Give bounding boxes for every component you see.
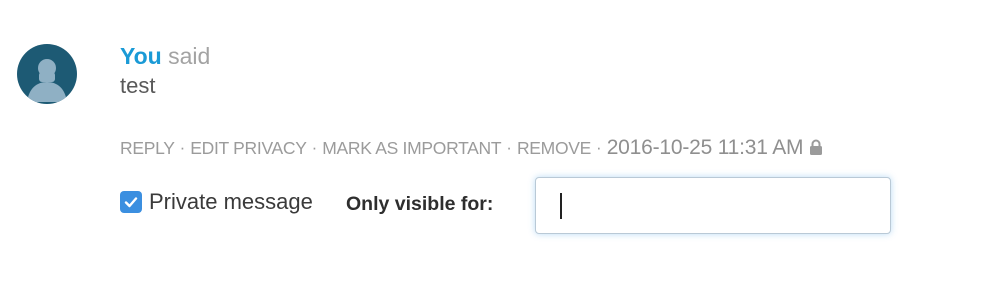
- remove-link[interactable]: REMOVE: [517, 138, 591, 159]
- comment-body: test: [120, 73, 156, 98]
- private-message-label[interactable]: Private message: [149, 189, 313, 215]
- author-name[interactable]: You: [120, 43, 162, 69]
- said-label: said: [168, 43, 211, 69]
- comment-timestamp: 2016-10-25 11:31 AM: [606, 136, 804, 159]
- comment-actions: REPLY · EDIT PRIVACY · MARK AS IMPORTANT…: [120, 134, 823, 162]
- action-separator: ·: [596, 138, 602, 157]
- text-cursor: [560, 193, 562, 219]
- action-separator: ·: [311, 138, 318, 157]
- comment: You said test REPLY · EDIT PRIVACY · MAR…: [0, 0, 998, 286]
- visible-for-label: Only visible for:: [346, 193, 494, 215]
- edit-privacy-link[interactable]: EDIT PRIVACY: [190, 138, 307, 159]
- checkmark-icon: [124, 197, 138, 208]
- lock-icon: [809, 139, 823, 160]
- private-message-option: Private message: [120, 184, 313, 220]
- reply-link[interactable]: REPLY: [120, 138, 175, 159]
- author-line: You said: [120, 42, 210, 70]
- private-message-checkbox[interactable]: [120, 191, 142, 213]
- visible-for-input[interactable]: [535, 177, 891, 234]
- user-avatar-icon[interactable]: [17, 44, 77, 104]
- action-separator: ·: [179, 138, 186, 157]
- action-separator: ·: [506, 138, 512, 157]
- mark-important-link[interactable]: MARK AS IMPORTANT: [322, 138, 501, 159]
